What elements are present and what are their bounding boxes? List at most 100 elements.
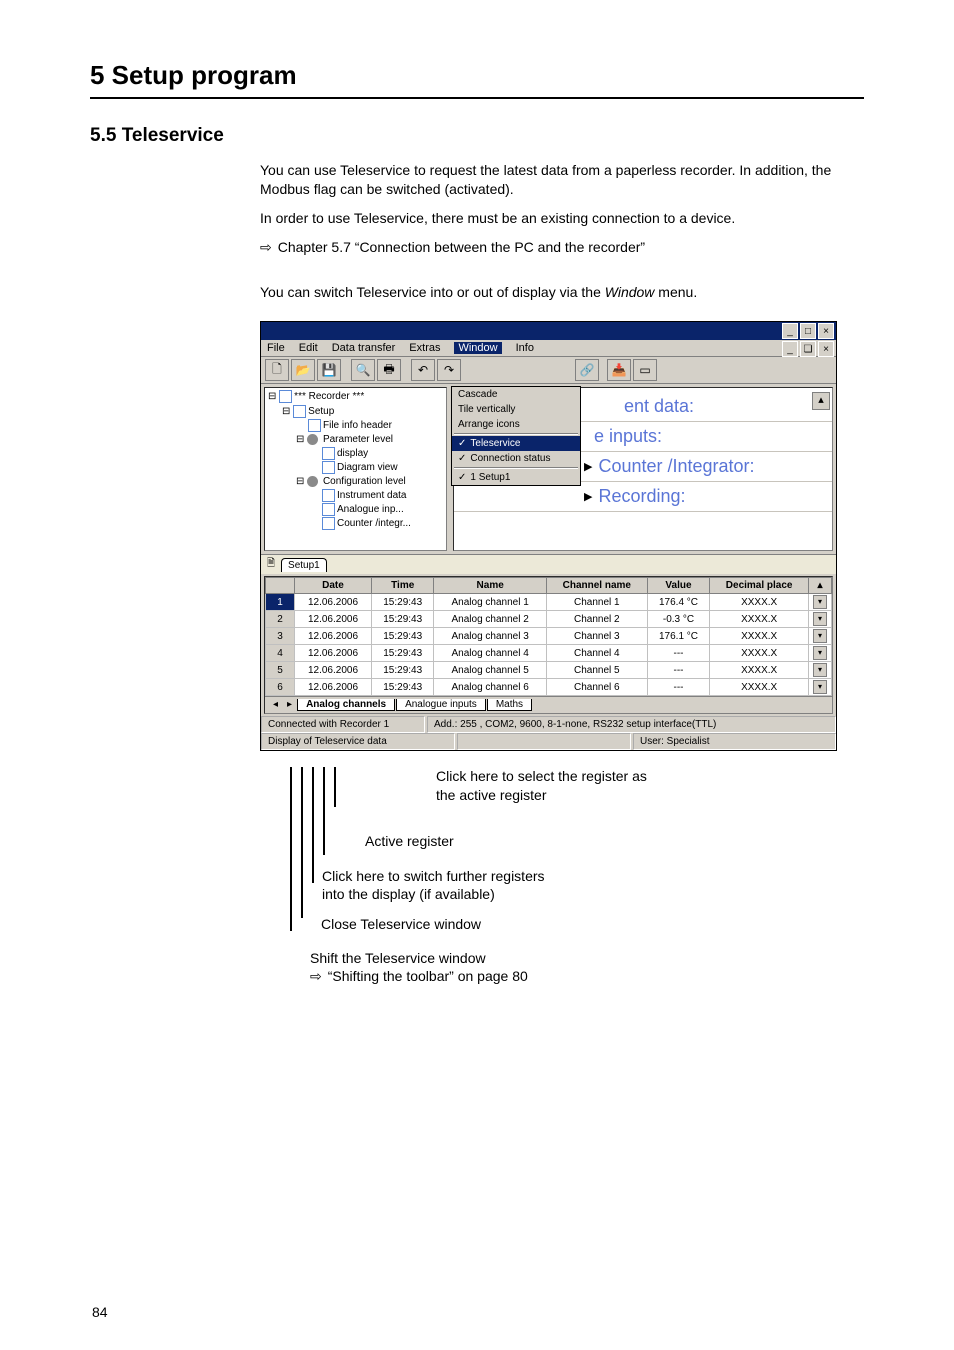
grid-cell[interactable]: 176.1 °C — [647, 628, 710, 645]
undo-button[interactable]: ↶ — [411, 359, 435, 381]
menuitem-cascade[interactable]: Cascade — [452, 387, 580, 402]
scroll-up-button[interactable]: ▴ — [812, 392, 830, 410]
grid-cell[interactable]: Analog channel 5 — [434, 662, 546, 679]
document-tab-setup1[interactable]: Setup1 — [281, 558, 327, 572]
tree-display[interactable]: display — [337, 448, 368, 459]
tree-diagram[interactable]: Diagram view — [337, 462, 398, 473]
grid-cell[interactable]: Analog channel 1 — [434, 594, 546, 611]
grid-cell[interactable]: 15:29:43 — [371, 611, 433, 628]
inner-minimize-button[interactable]: _ — [782, 341, 798, 357]
grid-cell[interactable]: 15:29:43 — [371, 662, 433, 679]
scroll-right-button[interactable]: ▸ — [283, 699, 296, 711]
register-tab-analog-channels[interactable]: Analog channels — [297, 699, 395, 711]
grid-cell[interactable]: 12.06.2006 — [295, 645, 372, 662]
row-header[interactable]: 3 — [266, 628, 295, 645]
grid-cell[interactable]: --- — [647, 645, 710, 662]
decimal-dropdown-button[interactable]: ▾ — [809, 628, 832, 645]
grid-cell[interactable]: Analog channel 6 — [434, 679, 546, 696]
grid-header[interactable]: Decimal place — [710, 578, 809, 594]
inner-restore-button[interactable]: ❏ — [800, 341, 816, 357]
grid-cell[interactable]: Channel 2 — [546, 611, 647, 628]
minimize-button[interactable]: _ — [782, 323, 798, 339]
grid-cell[interactable]: Channel 4 — [546, 645, 647, 662]
grid-header[interactable]: Name — [434, 578, 546, 594]
grid-cell[interactable]: Channel 5 — [546, 662, 647, 679]
register-tab-maths[interactable]: Maths — [487, 699, 532, 711]
row-header[interactable]: 2 — [266, 611, 295, 628]
menuitem-teleservice[interactable]: Teleservice — [452, 436, 580, 451]
grid-cell[interactable]: Channel 6 — [546, 679, 647, 696]
scroll-up-cell[interactable]: ▴ — [809, 578, 832, 594]
grid-header[interactable]: Time — [371, 578, 433, 594]
menu-edit[interactable]: Edit — [299, 342, 318, 354]
menuitem-connection-status[interactable]: Connection status — [452, 451, 580, 466]
scroll-left-button[interactable]: ◂ — [269, 699, 282, 711]
close-button[interactable]: × — [818, 323, 834, 339]
register-tab-analogue-inputs[interactable]: Analogue inputs — [396, 699, 486, 711]
grid-cell[interactable]: 15:29:43 — [371, 679, 433, 696]
grid-cell[interactable]: 15:29:43 — [371, 645, 433, 662]
grid-cell[interactable]: 176.4 °C — [647, 594, 710, 611]
decimal-dropdown-button[interactable]: ▾ — [809, 662, 832, 679]
grid-cell[interactable]: XXXX.X — [710, 594, 809, 611]
new-button[interactable]: 🗋 — [265, 359, 289, 381]
grid-cell[interactable]: 12.06.2006 — [295, 679, 372, 696]
row-header[interactable]: 5 — [266, 662, 295, 679]
tree-fileinfo[interactable]: File info header — [323, 420, 392, 431]
grid-header[interactable]: Value — [647, 578, 710, 594]
grid-cell[interactable]: 15:29:43 — [371, 594, 433, 611]
menuitem-arrange-icons[interactable]: Arrange icons — [452, 417, 580, 432]
grid-cell[interactable]: 12.06.2006 — [295, 594, 372, 611]
grid-cell[interactable]: 15:29:43 — [371, 628, 433, 645]
row-header[interactable]: 1 — [266, 594, 295, 611]
menuitem-tile-vertically[interactable]: Tile vertically — [452, 402, 580, 417]
menu-datatransfer[interactable]: Data transfer — [332, 342, 396, 354]
table-row[interactable]: 212.06.200615:29:43Analog channel 2Chann… — [266, 611, 832, 628]
inner-close-button[interactable]: × — [818, 341, 834, 357]
grid-cell[interactable]: XXXX.X — [710, 611, 809, 628]
print-button[interactable]: 🖶 — [377, 359, 401, 381]
device-button[interactable]: ▭ — [633, 359, 657, 381]
grid-header[interactable]: Date — [295, 578, 372, 594]
redo-button[interactable]: ↷ — [437, 359, 461, 381]
tree-root[interactable]: *** Recorder *** — [294, 392, 364, 403]
grid-cell[interactable]: XXXX.X — [710, 679, 809, 696]
tree-param[interactable]: Parameter level — [323, 434, 393, 445]
tree-analog[interactable]: Analogue inp... — [337, 504, 404, 515]
menuitem-setup1[interactable]: 1 Setup1 — [452, 470, 580, 485]
menu-file[interactable]: File — [267, 342, 285, 354]
maximize-button[interactable]: □ — [800, 323, 816, 339]
link-recording[interactable]: Recording: — [454, 482, 832, 512]
grid-cell[interactable]: --- — [647, 662, 710, 679]
grid-cell[interactable]: XXXX.X — [710, 628, 809, 645]
grid-cell[interactable]: Channel 3 — [546, 628, 647, 645]
grid-cell[interactable]: --- — [647, 679, 710, 696]
table-row[interactable]: 112.06.200615:29:43Analog channel 1Chann… — [266, 594, 832, 611]
navigator-tree[interactable]: ⊟ *** Recorder *** ⊟ Setup File info hea… — [264, 387, 447, 551]
print-preview-button[interactable]: 🔍 — [351, 359, 375, 381]
grid-cell[interactable]: XXXX.X — [710, 662, 809, 679]
grid-cell[interactable]: Channel 1 — [546, 594, 647, 611]
decimal-dropdown-button[interactable]: ▾ — [809, 594, 832, 611]
open-button[interactable]: 📂 — [291, 359, 315, 381]
menu-info[interactable]: Info — [516, 342, 534, 354]
menu-extras[interactable]: Extras — [409, 342, 440, 354]
grid-cell[interactable]: -0.3 °C — [647, 611, 710, 628]
table-row[interactable]: 512.06.200615:29:43Analog channel 5Chann… — [266, 662, 832, 679]
table-row[interactable]: 612.06.200615:29:43Analog channel 6Chann… — [266, 679, 832, 696]
decimal-dropdown-button[interactable]: ▾ — [809, 679, 832, 696]
grid-header[interactable]: Channel name — [546, 578, 647, 594]
grid-cell[interactable]: Analog channel 3 — [434, 628, 546, 645]
tree-config[interactable]: Configuration level — [323, 476, 406, 487]
grid-cell[interactable]: 12.06.2006 — [295, 611, 372, 628]
tree-counter[interactable]: Counter /integr... — [337, 519, 411, 530]
decimal-dropdown-button[interactable]: ▾ — [809, 611, 832, 628]
tree-instr[interactable]: Instrument data — [337, 490, 406, 501]
table-row[interactable]: 412.06.200615:29:43Analog channel 4Chann… — [266, 645, 832, 662]
menu-window[interactable]: Window — [454, 342, 501, 354]
grid-cell[interactable]: XXXX.X — [710, 645, 809, 662]
decimal-dropdown-button[interactable]: ▾ — [809, 645, 832, 662]
grid-cell[interactable]: Analog channel 4 — [434, 645, 546, 662]
grid-cell[interactable]: Analog channel 2 — [434, 611, 546, 628]
grid-cell[interactable]: 12.06.2006 — [295, 628, 372, 645]
